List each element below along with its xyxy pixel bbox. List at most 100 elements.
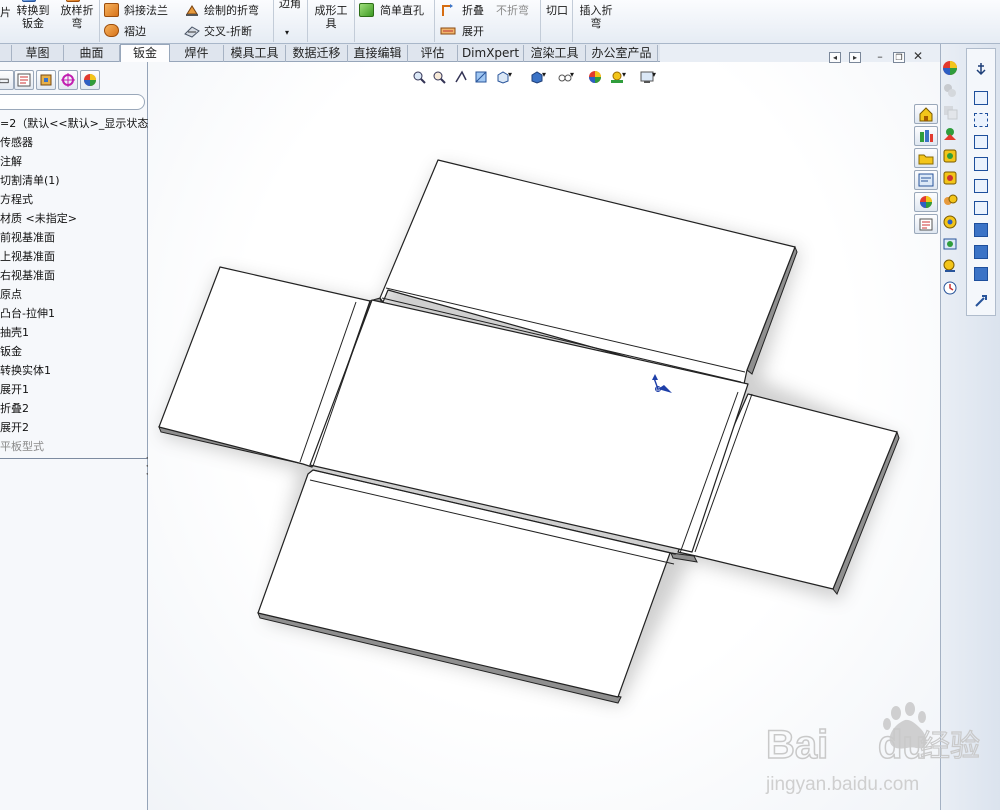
trimetric-view-cube-icon[interactable] [974, 245, 988, 259]
fold-icon [440, 2, 456, 18]
tab-render-tools[interactable]: 渲染工具 [524, 45, 586, 62]
tree-item-convert-solid[interactable]: 转换实体1 [0, 361, 148, 380]
lights-icon[interactable] [942, 170, 958, 186]
ribbon-item-rip[interactable]: 切口 [544, 4, 570, 17]
window-minimize-icon[interactable]: – [874, 51, 886, 63]
ribbon-item-pian[interactable]: 片 [0, 6, 11, 19]
display-manager-icon[interactable] [80, 70, 100, 90]
solidworks-resources-icon[interactable] [914, 104, 938, 124]
ribbon-item-fold[interactable]: 折叠 [462, 4, 484, 17]
miter-flange-icon [104, 3, 119, 17]
scene-icon[interactable] [942, 148, 958, 164]
tab-weldments[interactable]: 焊件 [170, 45, 224, 62]
ribbon-item-miter[interactable]: 斜接法兰 [124, 4, 168, 17]
back-view-cube-icon[interactable] [974, 113, 988, 127]
configuration-manager-icon[interactable] [36, 70, 56, 90]
unfold-icon [440, 24, 456, 38]
ribbon-item-sketched[interactable]: 绘制的折弯 [204, 4, 259, 17]
tree-item-sensors[interactable]: 传感器 [0, 133, 148, 152]
tree-item-annotations[interactable]: 注解 [0, 152, 148, 171]
tab-dimxpert[interactable]: DimXpert [458, 45, 524, 62]
tree-filter-input[interactable] [0, 94, 145, 110]
ribbon-item-convert[interactable]: 转换到 钣金 [16, 4, 50, 30]
view-palette-icon[interactable] [914, 170, 938, 190]
ribbon-item-forming[interactable]: 成形工 具 [309, 4, 353, 30]
ribbon-item-hole[interactable]: 简单直孔 [380, 4, 424, 17]
bottom-view-cube-icon[interactable] [974, 201, 988, 215]
ribbon-item-nobend[interactable]: 不折弯 [496, 4, 529, 17]
appearance-ball-icon[interactable] [942, 60, 958, 76]
anchor-view-icon[interactable] [973, 61, 989, 77]
ribbon-item-loft[interactable]: 放样折 弯 [58, 4, 96, 30]
ribbon-item-hem[interactable]: 褶边 [124, 25, 146, 38]
tree-item-cut-list[interactable]: 切割清单(1) [0, 171, 148, 190]
dimxpert-manager-icon[interactable] [58, 70, 78, 90]
viewport-restore-left-button[interactable]: ◂ [829, 52, 841, 63]
graphics-area[interactable]: ▾ ▾ ▾ ▾ ▾ [148, 62, 940, 810]
tab-surface[interactable]: 曲面 [64, 45, 120, 62]
custom-properties-icon[interactable] [914, 214, 938, 234]
render-settings-icon[interactable] [942, 258, 958, 274]
window-close-icon[interactable]: ✕ [912, 50, 924, 63]
copy-appearance-icon[interactable] [942, 104, 958, 120]
tree-item-equations[interactable]: 方程式 [0, 190, 148, 209]
tab-evaluate[interactable]: 评估 [408, 45, 458, 62]
command-manager-tabs: 草图 曲面 钣金 焊件 模具工具 数据迁移 直接编辑 评估 DimXpert 渲… [0, 44, 660, 63]
tree-item-top-plane[interactable]: 上视基准面 [0, 247, 148, 266]
dimetric-view-cube-icon[interactable] [974, 267, 988, 281]
sheet-metal-flat-pattern-model[interactable] [148, 62, 940, 810]
tab-sketch[interactable]: 草图 [12, 45, 64, 62]
tree-item-unfold-1[interactable]: 展开1 [0, 380, 148, 399]
ribbon-item-unfold[interactable]: 展开 [462, 25, 484, 38]
schedule-render-icon[interactable] [942, 280, 958, 296]
property-manager-icon[interactable] [14, 70, 34, 90]
corner-dropdown-arrow-icon[interactable]: ▾ [285, 26, 289, 39]
tab-sheet-metal[interactable]: 钣金 [120, 44, 170, 63]
tree-toolbar: ▭ [0, 69, 148, 91]
left-view-cube-icon[interactable] [974, 135, 988, 149]
tab-hidden-left[interactable] [0, 45, 12, 62]
tree-item-right-plane[interactable]: 右视基准面 [0, 266, 148, 285]
ribbon-item-crossbreak[interactable]: 交叉-折断 [204, 25, 252, 38]
top-view-cube-icon[interactable] [974, 179, 988, 193]
edit-material-icon[interactable] [942, 82, 958, 98]
photoview-icon[interactable] [942, 236, 958, 252]
front-view-cube-icon[interactable] [974, 91, 988, 105]
normal-to-icon[interactable] [973, 293, 989, 309]
ribbon-item-insertbend[interactable]: 插入折 弯 [576, 4, 616, 30]
right-view-cube-icon[interactable] [974, 157, 988, 171]
cross-break-icon [184, 24, 200, 38]
tree-item-origin[interactable]: 原点 [0, 285, 148, 304]
command-manager-ribbon: 片 转换到 钣金 放样折 弯 斜接法兰 褶边 绘制的折弯 交叉-折断 边角 ▾ … [0, 0, 1000, 44]
svg-text:jingyan.baidu.com: jingyan.baidu.com [765, 774, 919, 795]
standard-views-toolbar [966, 48, 996, 316]
tab-mold-tools[interactable]: 模具工具 [224, 45, 286, 62]
camera-icon[interactable] [942, 192, 958, 208]
file-explorer-icon[interactable] [914, 148, 938, 168]
tree-item-shell[interactable]: 抽壳1 [0, 323, 148, 342]
design-library-icon[interactable] [914, 126, 938, 146]
tree-item-sheet-metal[interactable]: 钣金 [0, 342, 148, 361]
isometric-view-cube-icon[interactable] [974, 223, 988, 237]
tab-office-products[interactable]: 办公室产品 [586, 45, 658, 62]
tab-direct-editing[interactable]: 直接编辑 [348, 45, 408, 62]
appearances-scenes-icon[interactable] [914, 192, 938, 212]
tab-data-migration[interactable]: 数据迁移 [286, 45, 348, 62]
tree-item-flat-pattern[interactable]: 平板型式 [0, 437, 148, 456]
feature-manager-panel: ▭ =2（默认<<默认>_显示状态 传感器 注解 切割清单(1) 方程式 材质 … [0, 62, 150, 810]
window-restore-icon[interactable]: ❐ [893, 52, 905, 63]
hem-icon [104, 24, 119, 37]
tree-item-boss-extrude[interactable]: 凸台-拉伸1 [0, 304, 148, 323]
tree-item-front-plane[interactable]: 前视基准面 [0, 228, 148, 247]
ribbon-item-corner[interactable]: 边角 [277, 0, 303, 10]
tree-item-material[interactable]: 材质 <未指定> [0, 209, 148, 228]
ribbon-separator [273, 0, 274, 42]
decal-icon[interactable] [942, 126, 958, 142]
viewport-restore-right-button[interactable]: ▸ [849, 52, 861, 63]
rollback-bar[interactable] [0, 458, 148, 459]
feature-manager-icon[interactable]: ▭ [0, 70, 14, 90]
tree-item-fold-2[interactable]: 折叠2 [0, 399, 148, 418]
render-region-icon[interactable] [942, 214, 958, 230]
tree-item-part[interactable]: =2（默认<<默认>_显示状态 [0, 114, 148, 133]
tree-item-unfold-2[interactable]: 展开2 [0, 418, 148, 437]
